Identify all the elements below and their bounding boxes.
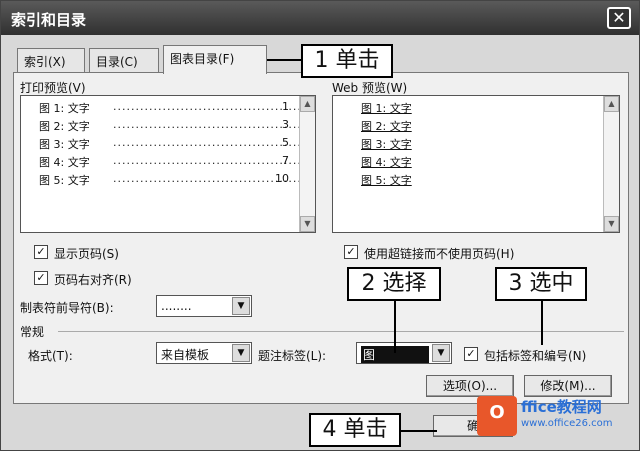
- use-hyperlinks-label: 使用超链接而不使用页码(H): [364, 247, 515, 261]
- print-preview-row: 图 3: 文字 ................................…: [39, 136, 303, 152]
- print-preview-row: 图 2: 文字 ................................…: [39, 118, 303, 134]
- tab-toc[interactable]: 目录(C): [89, 48, 159, 72]
- row-page: 7: [282, 154, 289, 167]
- check-icon: ✓: [34, 245, 48, 259]
- tab-leader-value: ........: [161, 299, 192, 313]
- show-page-numbers-label: 显示页码(S): [54, 247, 119, 261]
- web-preview-link[interactable]: 图 3: 文字: [361, 136, 412, 152]
- row-page: 10: [275, 172, 289, 185]
- print-preview-row: 图 4: 文字 ................................…: [39, 154, 303, 170]
- scroll-up-icon[interactable]: ▲: [300, 96, 315, 112]
- web-preview-scrollbar[interactable]: ▲ ▼: [603, 96, 619, 232]
- callout-4-pointer: [401, 430, 437, 432]
- chevron-down-icon[interactable]: ▼: [432, 344, 450, 362]
- tab-leader-label: 制表符前导符(B):: [20, 301, 114, 315]
- print-preview-row: 图 5: 文字 ................................…: [39, 172, 303, 188]
- print-preview-label: 打印预览(V): [20, 81, 86, 95]
- general-divider: [58, 331, 624, 332]
- check-icon: ✓: [344, 245, 358, 259]
- callout-step-4: 4 单击: [309, 413, 401, 447]
- row-label: 图 2: 文字: [39, 120, 90, 133]
- row-label: 图 5: 文字: [39, 174, 90, 187]
- caption-label: 题注标签(L):: [258, 349, 327, 363]
- window-title: 索引和目录: [11, 11, 87, 29]
- tab-table-of-figures-label: 图表目录(F): [170, 52, 235, 66]
- format-value: 来自模板: [161, 348, 210, 362]
- row-page: 3: [282, 118, 289, 131]
- right-align-label: 页码右对齐(R): [54, 273, 132, 287]
- web-preview-link[interactable]: 图 4: 文字: [361, 154, 412, 170]
- callout-step-2: 2 选择: [347, 267, 441, 301]
- print-preview-row: 图 1: 文字 ................................…: [39, 100, 303, 116]
- scroll-down-icon[interactable]: ▼: [300, 216, 315, 232]
- callout-step-3: 3 选中: [495, 267, 587, 301]
- check-icon: ✓: [464, 347, 478, 361]
- row-label: 图 3: 文字: [39, 138, 90, 151]
- web-preview-link[interactable]: 图 2: 文字: [361, 118, 412, 134]
- caption-label-select[interactable]: 图 ▼: [356, 342, 452, 364]
- logo-mark-letter: O: [489, 402, 505, 423]
- row-leader: ........................................…: [113, 100, 303, 113]
- close-button[interactable]: ✕: [607, 7, 631, 29]
- tab-table-of-figures[interactable]: 图表目录(F): [163, 45, 267, 74]
- tab-toc-label: 目录(C): [96, 55, 138, 69]
- chevron-down-icon[interactable]: ▼: [232, 297, 250, 315]
- print-preview-scrollbar[interactable]: ▲ ▼: [299, 96, 315, 232]
- tab-leader-select[interactable]: ........ ▼: [156, 295, 252, 317]
- logo-url: www.office26.com: [521, 418, 613, 429]
- general-section-label: 常规: [20, 325, 45, 339]
- row-label: 图 4: 文字: [39, 156, 90, 169]
- web-preview-link[interactable]: 图 5: 文字: [361, 172, 412, 188]
- callout-1-pointer: [267, 59, 301, 61]
- format-select[interactable]: 来自模板 ▼: [156, 342, 252, 364]
- row-leader: ........................................…: [113, 136, 303, 149]
- title-bar[interactable]: 索引和目录 ✕: [1, 1, 639, 35]
- callout-step-1: 1 单击: [301, 44, 393, 78]
- web-preview-label: Web 预览(W): [332, 81, 408, 95]
- include-label-number-label: 包括标签和编号(N): [484, 349, 587, 363]
- format-label: 格式(T):: [28, 349, 73, 363]
- scroll-up-icon[interactable]: ▲: [604, 96, 619, 112]
- callout-2-pointer: [394, 301, 396, 353]
- print-preview-box: 图 1: 文字 ................................…: [20, 95, 316, 233]
- logo-brand: ffice教程网: [521, 398, 602, 416]
- row-page: 1: [282, 100, 289, 113]
- row-label: 图 1: 文字: [39, 102, 90, 115]
- office-tutorial-logo: O ffice教程网 www.office26.com: [477, 394, 633, 438]
- close-icon: ✕: [612, 8, 626, 27]
- row-leader: ........................................…: [113, 154, 303, 167]
- tab-panel: 打印预览(V) 图 1: 文字 ........................…: [13, 72, 629, 404]
- chevron-down-icon[interactable]: ▼: [232, 344, 250, 362]
- scroll-down-icon[interactable]: ▼: [604, 216, 619, 232]
- tab-index-label: 索引(X): [24, 55, 66, 69]
- callout-3-pointer: [541, 301, 543, 345]
- web-preview-box: 图 1: 文字 图 2: 文字 图 3: 文字 图 4: 文字 图 5: 文字 …: [332, 95, 620, 233]
- tab-index[interactable]: 索引(X): [17, 48, 85, 72]
- row-page: 5: [282, 136, 289, 149]
- web-preview-link[interactable]: 图 1: 文字: [361, 100, 412, 116]
- row-leader: ........................................…: [113, 118, 303, 131]
- index-and-tables-dialog: 索引和目录 ✕ 索引(X) 目录(C) 图表目录(F) 打印预览(V) 图 1:…: [0, 0, 640, 451]
- check-icon: ✓: [34, 271, 48, 285]
